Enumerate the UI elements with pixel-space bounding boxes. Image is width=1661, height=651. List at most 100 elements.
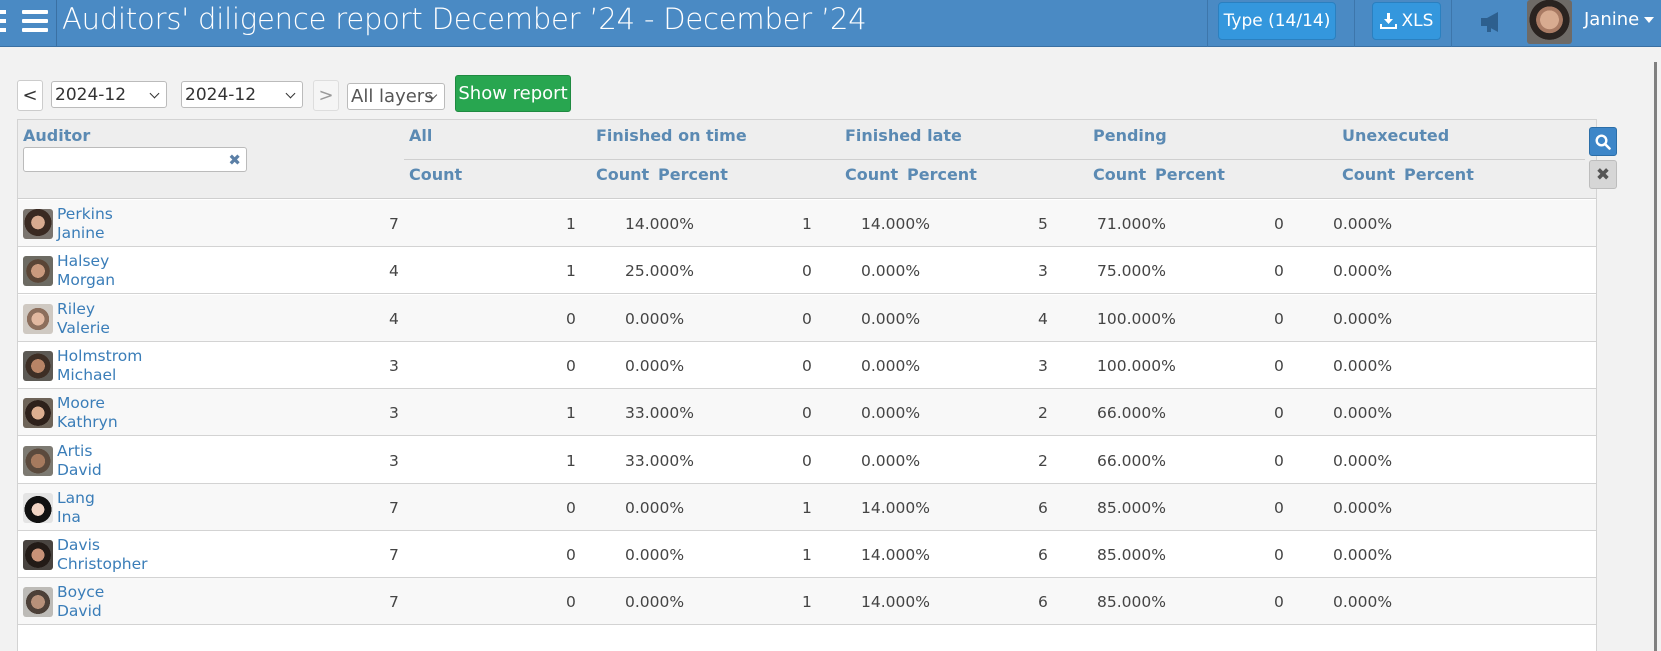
auditor-last-name[interactable]: Lang [57,489,95,508]
next-period-button[interactable]: > [313,80,339,111]
auditor-last-name[interactable]: Davis [57,536,148,555]
auditor-first-name[interactable]: Morgan [57,271,115,290]
cell-pe-p: 85.000% [1097,593,1166,612]
cell-pe-c: 2 [1038,404,1048,423]
auditor-first-name[interactable]: Kathryn [57,413,118,432]
chevron-down-icon [149,88,160,99]
auditor-first-name[interactable]: Janine [57,224,113,243]
cell-ot-p: 25.000% [625,262,694,281]
auditor-avatar [23,256,53,287]
menu-icon[interactable] [22,10,48,32]
auditor-first-name[interactable]: David [57,602,104,621]
auditor-filter-input[interactable]: ✖ [23,147,247,172]
subheader-count[interactable]: Count [409,165,462,184]
auditor-first-name[interactable]: Valerie [57,319,110,338]
auditor-first-name[interactable]: Ina [57,508,95,527]
cell-ot-c: 0 [566,309,576,328]
user-menu[interactable]: Janine [1584,9,1655,30]
next-label: > [318,85,334,106]
cell-fl-c: 0 [802,451,812,470]
auditor-name-link[interactable]: Lang Ina [57,489,95,527]
auditor-name-link[interactable]: Davis Christopher [57,536,148,574]
auditor-name-link[interactable]: Moore Kathryn [57,394,118,432]
search-button[interactable] [1589,127,1617,156]
cell-all: 4 [389,309,399,328]
show-report-button[interactable]: Show report [455,75,571,112]
cell-pe-c: 6 [1038,498,1048,517]
cell-pe-p: 71.000% [1097,215,1166,233]
cell-un-c: 0 [1274,356,1284,375]
auditor-name-link[interactable]: Artis David [57,442,102,480]
auditor-last-name[interactable]: Holmstrom [57,347,142,366]
auditor-name-link[interactable]: Riley Valerie [57,300,110,338]
clear-filters-button[interactable]: ✖ [1589,160,1617,189]
cell-all: 7 [389,215,399,233]
sidebar-toggle-stub[interactable] [0,10,8,32]
previous-period-button[interactable]: < [17,80,43,111]
cell-pe-c: 5 [1038,215,1048,233]
cell-fl-c: 1 [802,593,812,612]
subheader-percent[interactable]: Percent [907,165,977,184]
cell-all: 4 [389,262,399,281]
auditor-first-name[interactable]: Christopher [57,555,148,574]
show-report-label: Show report [458,83,568,104]
type-filter-label: Type (14/14) [1223,11,1331,31]
auditor-last-name[interactable]: Moore [57,394,118,413]
auditor-first-name[interactable]: David [57,461,102,480]
cell-un-p: 0.000% [1333,309,1393,328]
subheader-count[interactable]: Count [1342,165,1395,184]
table-row: Boyce David 7 0 0.000% 1 14.000% 6 85.000% 0 0.000… [18,578,1596,626]
auditor-avatar [23,209,53,239]
layers-select[interactable]: All layers [347,83,445,110]
cell-pe-p: 66.000% [1097,404,1166,423]
xls-export-label: XLS [1401,11,1434,31]
table-row: Riley Valerie 4 0 0.000% 0 0.000% 4 100.000% 0 0.0… [18,294,1596,342]
download-icon [1379,13,1397,29]
user-name-label: Janine [1584,9,1640,30]
cell-un-p: 0.000% [1333,498,1393,517]
cell-ot-c: 0 [566,498,576,517]
auditor-name-link[interactable]: Perkins Janine [57,205,113,243]
auditor-last-name[interactable]: Artis [57,442,102,461]
cell-ot-p: 0.000% [625,546,685,565]
subheader-count[interactable]: Count [845,165,898,184]
user-avatar[interactable] [1527,0,1572,44]
subheader-count[interactable]: Count [596,165,649,184]
to-period-select[interactable]: 2024-12 [181,81,303,108]
subheader-percent[interactable]: Percent [1155,165,1225,184]
from-period-select[interactable]: 2024-12 [51,81,167,108]
subheader-percent[interactable]: Percent [658,165,728,184]
auditor-name-link[interactable]: Holmstrom Michael [57,347,142,385]
column-header-finished-on-time: Finished on time [596,126,747,145]
subheader-percent[interactable]: Percent [1404,165,1474,184]
divider [1354,0,1355,47]
table-row: Artis David 3 1 33.000% 0 0.000% 2 66.000% 0 0.000… [18,436,1596,484]
chevron-down-icon [285,88,296,99]
cell-un-p: 0.000% [1333,262,1393,281]
auditor-name-link[interactable]: Halsey Morgan [57,252,115,290]
auditor-last-name[interactable]: Boyce [57,583,104,602]
clear-icon[interactable]: ✖ [228,151,241,169]
cell-fl-p: 0.000% [861,404,921,423]
column-header-auditor[interactable]: Auditor [23,126,90,145]
type-filter-button[interactable]: Type (14/14) [1218,2,1336,40]
megaphone-icon[interactable] [1478,11,1504,33]
auditor-last-name[interactable]: Halsey [57,252,115,271]
auditor-first-name[interactable]: Michael [57,366,142,385]
cell-fl-c: 0 [802,309,812,328]
auditor-last-name[interactable]: Riley [57,300,110,319]
scrollbar[interactable] [1654,62,1657,651]
cell-pe-c: 4 [1038,309,1048,328]
cell-fl-p: 0.000% [861,451,921,470]
cell-ot-c: 0 [566,546,576,565]
subheader-count[interactable]: Count [1093,165,1146,184]
xls-export-button[interactable]: XLS [1372,2,1441,40]
cell-fl-c: 0 [802,356,812,375]
auditor-last-name[interactable]: Perkins [57,205,113,224]
cell-pe-p: 66.000% [1097,451,1166,470]
auditor-name-link[interactable]: Boyce David [57,583,104,621]
cell-fl-p: 0.000% [861,356,921,375]
cell-all: 3 [389,451,399,470]
from-period-value: 2024-12 [55,84,127,105]
auditor-avatar [23,398,53,429]
